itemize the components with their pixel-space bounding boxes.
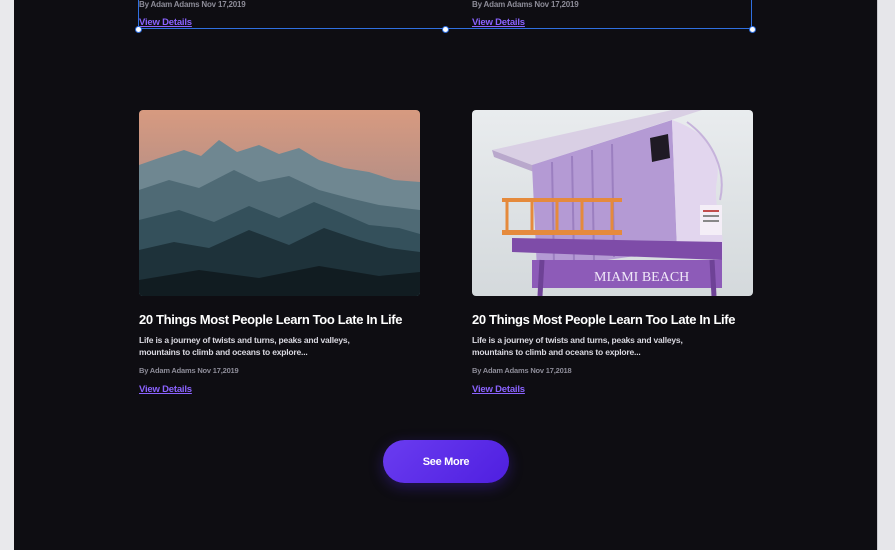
image-sign-text: MIAMI BEACH <box>594 270 689 285</box>
canvas-gutter <box>877 0 895 550</box>
resize-handle-center[interactable] <box>442 26 449 33</box>
selection-outline[interactable] <box>138 0 752 29</box>
post-excerpt: Life is a journey of twists and turns, p… <box>139 335 350 357</box>
post-title[interactable]: 20 Things Most People Learn Too Late In … <box>139 312 403 327</box>
resize-handle-right[interactable] <box>749 26 756 33</box>
post-excerpt: Life is a journey of twists and turns, p… <box>472 335 683 357</box>
post-meta: By Adam Adams Nov 17,2018 <box>472 366 572 375</box>
blog-card: MIAMI BEACH 20 Things Most People Learn … <box>472 110 753 400</box>
blog-card: 20 Things Most People Learn Too Late In … <box>139 110 420 400</box>
view-details-link[interactable]: View Details <box>139 384 192 395</box>
post-title[interactable]: 20 Things Most People Learn Too Late In … <box>472 312 736 327</box>
post-meta: By Adam Adams Nov 17,2019 <box>139 366 239 375</box>
lifeguard-tower-image[interactable]: MIAMI BEACH <box>472 110 753 296</box>
resize-handle-left[interactable] <box>135 26 142 33</box>
mountains-image[interactable] <box>139 110 420 296</box>
see-more-button[interactable]: See More <box>383 440 509 483</box>
view-details-link[interactable]: View Details <box>472 384 525 395</box>
